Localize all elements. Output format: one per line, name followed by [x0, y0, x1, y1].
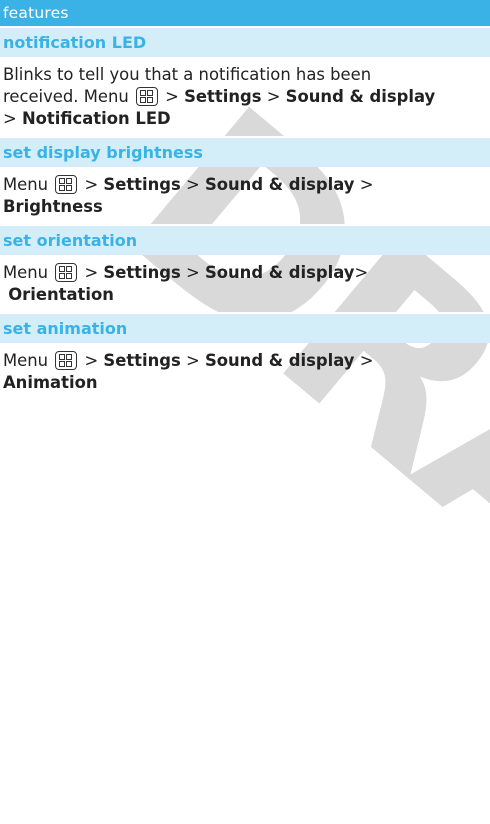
menu-path-settings: Settings	[103, 263, 181, 282]
feature-notification-led: notification LED Blinks to tell you that…	[0, 26, 490, 136]
separator: >	[84, 175, 99, 194]
section-body: Menu > Settings > Sound & display > Brig…	[0, 167, 490, 224]
feature-display-brightness: set display brightness Menu > Settings >…	[0, 136, 490, 224]
menu-path-settings: Settings	[103, 351, 181, 370]
separator: >	[84, 263, 99, 282]
menu-path-sound-display: Sound & display	[204, 263, 355, 282]
separator: >	[186, 263, 200, 282]
section-body: Menu > Settings > Sound & display > Anim…	[0, 343, 490, 400]
menu-path-target: Notification LED	[21, 109, 171, 128]
menu-label: Menu	[3, 351, 49, 370]
menu-path-settings: Settings	[184, 87, 262, 106]
menu-key-icon	[135, 87, 158, 106]
separator: >	[3, 109, 17, 128]
section-title: set animation	[0, 312, 490, 343]
menu-path-target: Animation	[3, 373, 98, 392]
menu-key-icon	[55, 351, 78, 370]
page: features notification LED Blinks to tell…	[0, 0, 490, 400]
menu-key-icon	[55, 175, 78, 194]
menu-path-sound-display: Sound & display	[285, 87, 436, 106]
separator: >	[266, 87, 281, 106]
menu-path-settings: Settings	[103, 175, 181, 194]
menu-path-target: Orientation	[8, 285, 114, 304]
menu-path-sound-display: Sound & display	[204, 351, 355, 370]
separator: >	[359, 175, 374, 194]
menu-label: Menu	[3, 263, 49, 282]
section-title: set display brightness	[0, 136, 490, 167]
menu-path-sound-display: Sound & display	[204, 175, 355, 194]
section-title: notification LED	[0, 26, 490, 57]
feature-orientation: set orientation Menu > Settings > Sound …	[0, 224, 490, 312]
menu-label: Menu	[3, 175, 49, 194]
feature-animation: set animation Menu > Settings > Sound & …	[0, 312, 490, 400]
separator: >	[354, 263, 369, 282]
separator: >	[359, 351, 374, 370]
menu-key-icon	[55, 263, 78, 282]
section-body: Blinks to tell you that a notification h…	[0, 57, 490, 136]
section-header: features	[0, 0, 490, 26]
separator: >	[84, 351, 99, 370]
separator: >	[186, 175, 200, 194]
section-body: Menu > Settings > Sound & display> Orien…	[0, 255, 490, 312]
separator: >	[186, 351, 200, 370]
menu-path-target: Brightness	[3, 197, 103, 216]
section-title: set orientation	[0, 224, 490, 255]
separator: >	[165, 87, 179, 106]
body-text: Blinks to tell you that a notification h…	[3, 65, 372, 84]
menu-label: received. Menu	[3, 87, 129, 106]
